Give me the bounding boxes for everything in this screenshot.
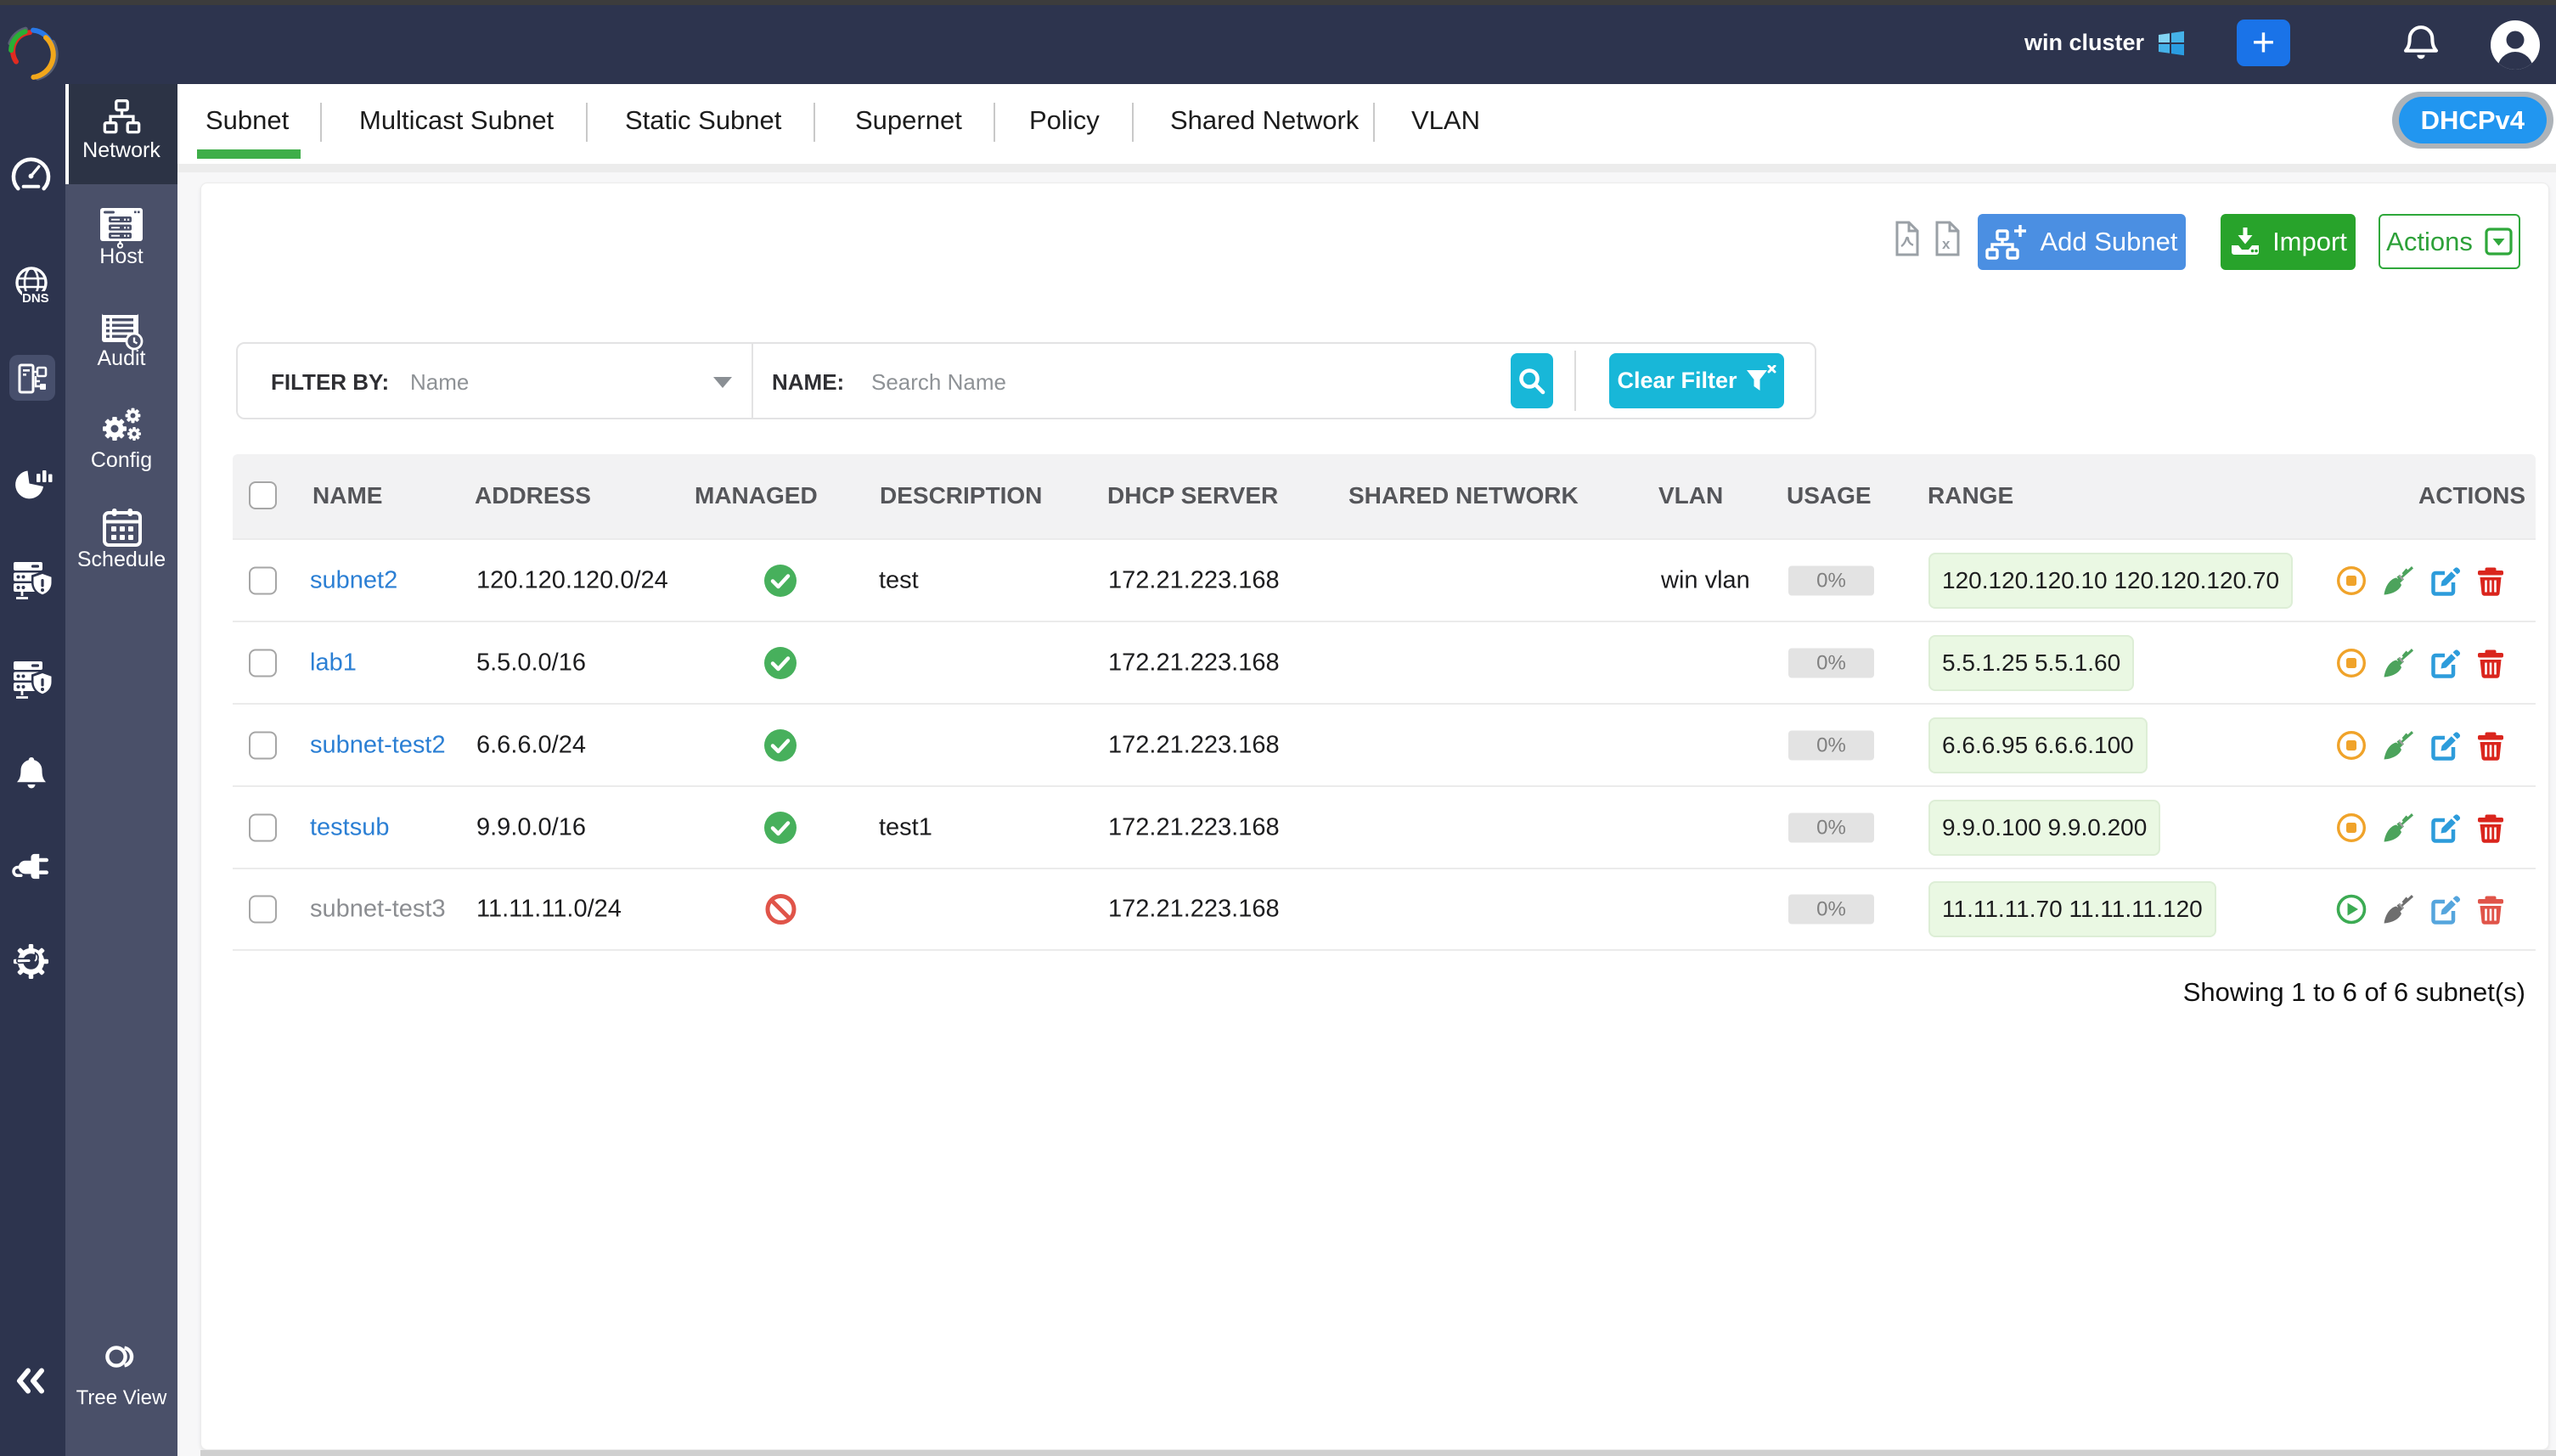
- svg-text:x: x: [1942, 236, 1951, 252]
- svg-text:DNS: DNS: [22, 291, 49, 306]
